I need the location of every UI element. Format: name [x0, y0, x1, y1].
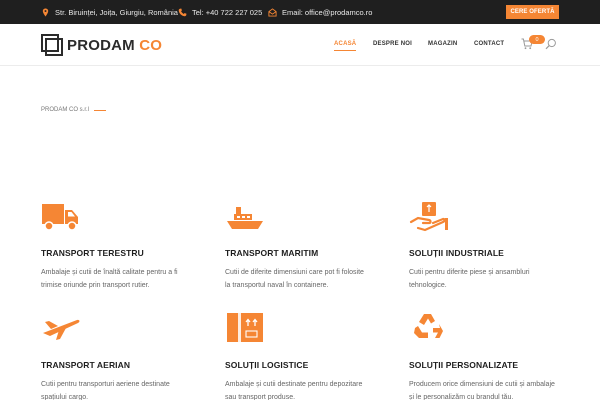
breadcrumb-divider	[94, 109, 107, 111]
service-card: TRANSPORT MARITIM Cutii de diferite dime…	[225, 201, 375, 296]
service-title: SOLUȚII INDUSTRIALE	[409, 248, 504, 258]
breadcrumb: PRODAM CO s.r.l	[41, 107, 107, 113]
email-icon	[268, 7, 277, 17]
search-icon[interactable]	[545, 38, 557, 50]
airplane-icon	[41, 311, 81, 343]
email-text: Email: office@prodamco.ro	[282, 7, 373, 17]
service-card: SOLUȚII PERSONALIZATE Producem orice dim…	[409, 311, 559, 400]
phone-info[interactable]: Tel: +40 722 227 025	[178, 0, 262, 24]
address-info: Str. Biruinței, Joița, Giurgiu, România	[41, 0, 178, 24]
service-title: SOLUȚII PERSONALIZATE	[409, 360, 519, 370]
service-description: Ambalaje și cutii destinate pentru depoz…	[225, 381, 363, 400]
nav-contact[interactable]: CONTACT	[474, 41, 504, 47]
email-info[interactable]: Email: office@prodamco.ro	[268, 0, 372, 24]
cart-count-badge: 0	[529, 35, 545, 44]
service-title: SOLUȚII LOGISTICE	[225, 360, 309, 370]
ship-icon	[225, 201, 265, 233]
service-description: Cutii pentru transporturi aeriene destin…	[41, 381, 170, 400]
nav-shop[interactable]: MAGAZIN	[428, 41, 457, 47]
hand-box-icon	[409, 201, 449, 233]
logo-text-main: PRODAM	[67, 36, 135, 54]
recycle-icon	[409, 311, 449, 343]
service-card: TRANSPORT TERESTRU Ambalaje și cutii de …	[41, 201, 191, 296]
service-description: Cutii de diferite dimensiuni care pot fi…	[225, 269, 364, 289]
truck-icon	[41, 201, 81, 233]
logo-text-accent: CO	[139, 36, 163, 54]
service-description: Ambalaje și cutii de înaltă calitate pen…	[41, 269, 178, 289]
request-quote-button[interactable]: CERE OFERTĂ	[506, 5, 559, 19]
service-title: TRANSPORT TERESTRU	[41, 248, 144, 258]
service-card: TRANSPORT AERIAN Cutii pentru transportu…	[41, 311, 191, 400]
service-title: TRANSPORT AERIAN	[41, 360, 131, 370]
service-card: SOLUȚII LOGISTICE Ambalaje și cutii dest…	[225, 311, 375, 400]
service-title: TRANSPORT MARITIM	[225, 248, 319, 258]
location-icon	[41, 7, 50, 17]
service-card: SOLUȚII INDUSTRIALE Cutii pentru diferit…	[409, 201, 559, 296]
site-header: PRODAM CO ACASĂ DESPRE NOI MAGAZIN CONTA…	[0, 24, 600, 66]
nav-home[interactable]: ACASĂ	[334, 41, 357, 51]
nav-about[interactable]: DESPRE NOI	[373, 41, 412, 47]
box-icon	[225, 311, 265, 343]
phone-icon	[178, 8, 187, 17]
phone-text: Tel: +40 722 227 025	[192, 7, 263, 17]
top-bar: Str. Biruinței, Joița, Giurgiu, România …	[0, 0, 600, 24]
logo[interactable]: PRODAM CO	[41, 34, 162, 56]
service-description: Cutii pentru diferite piese și ansamblur…	[409, 269, 530, 289]
logo-mark-icon	[41, 34, 63, 56]
service-description: Producem orice dimensiuni de cutii și am…	[409, 381, 555, 400]
logo-text: PRODAM CO	[67, 37, 162, 54]
breadcrumb-text[interactable]: PRODAM CO s.r.l	[41, 107, 89, 113]
address-text: Str. Biruinței, Joița, Giurgiu, România	[55, 7, 178, 17]
